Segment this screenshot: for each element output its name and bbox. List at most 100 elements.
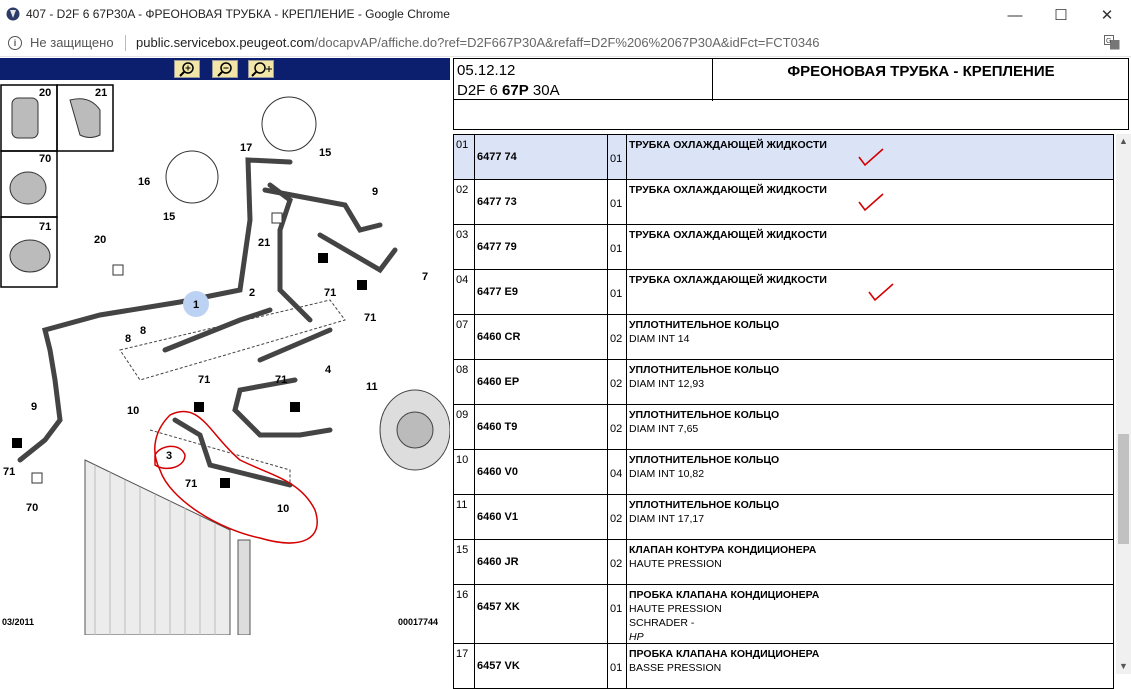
zoom-fit-icon [251,62,272,77]
table-row[interactable]: 02 6477 73 01 ТРУБКА ОХЛАЖДАЮЩЕЙ ЖИДКОСТИ [453,179,1114,225]
description-detail: HAUTE PRESSION [629,558,722,570]
part-description: ТРУБКА ОХЛАЖДАЮЩЕЙ ЖИДКОСТИ [626,179,1114,225]
url-path: /docapvAP/affiche.do?ref=D2F667P30A&refa… [314,35,820,50]
security-status[interactable]: Не защищено [30,35,114,50]
scroll-up-icon[interactable]: ▲ [1116,134,1131,149]
maximize-button[interactable]: ☐ [1038,0,1084,30]
part-reference[interactable]: 6477 73 [474,179,608,225]
callout-71b: 71 [324,287,336,299]
part-reference[interactable]: 6460 V1 [474,494,608,540]
zoom-out-button[interactable] [212,60,238,78]
part-reference[interactable]: 6477 74 [474,134,608,180]
svg-text:G: G [1106,38,1111,45]
dashed-guides [119,299,346,485]
table-row[interactable]: 15 6460 JR 02 КЛАПАН КОНТУРА КОНДИЦИОНЕРА HA… [453,539,1114,585]
callout-20: 20 [39,87,51,99]
part-reference[interactable]: 6460 V0 [474,449,608,495]
row-index: 17 [453,643,475,689]
table-row[interactable]: 04 6477 E9 01 ТРУБКА ОХЛАЖДАЮЩЕЙ ЖИДКОСТИ [453,269,1114,315]
part-description: ТРУБКА ОХЛАЖДАЮЩЕЙ ЖИДКОСТИ [626,134,1114,180]
parts-table: 01 6477 74 01 ТРУБКА ОХЛАЖДАЮЩЕЙ ЖИДКОСТИ 02… [453,134,1114,689]
row-index: 08 [453,359,475,405]
part-reference[interactable]: 6477 E9 [474,269,608,315]
address-bar[interactable]: i Не защищено public.servicebox.peugeot.… [0,30,1131,57]
scroll-thumb[interactable] [1118,434,1129,544]
zoom-fit-button[interactable] [248,60,274,78]
part-description: УПЛОТНИТЕЛЬНОЕ КОЛЬЦО DIAM INT 12,93 [626,359,1114,405]
detail-callout [261,96,317,152]
description-title: УПЛОТНИТЕЛЬНОЕ КОЛЬЦО [629,499,780,511]
table-row[interactable]: 01 6477 74 01 ТРУБКА ОХЛАЖДАЮЩЕЙ ЖИДКОСТИ [453,134,1114,180]
callout-3: 3 [166,450,172,462]
ref-prefix: D2F 6 [457,82,503,99]
part-quantity: 02 [607,314,627,360]
translate-icon[interactable]: G [1104,35,1120,50]
part-reference[interactable]: 6460 EP [474,359,608,405]
part-reference[interactable]: 6457 VK [474,643,608,689]
description-title: УПЛОТНИТЕЛЬНОЕ КОЛЬЦО [629,454,780,466]
zoom-in-button[interactable] [174,60,200,78]
blank-header-row [453,100,1129,130]
description-detail: BASSE PRESSION [629,662,722,674]
callout-70b: 70 [26,502,38,514]
callout-70: 70 [39,153,51,165]
scroll-down-icon[interactable]: ▼ [1116,659,1131,674]
callout-1: 1 [193,299,199,311]
detail-callout [165,150,219,204]
table-row[interactable]: 11 6460 V1 02 УПЛОТНИТЕЛЬНОЕ КОЛЬЦО DIAM INT… [453,494,1114,540]
header-date: 05.12.12 [457,62,516,79]
address-separator [125,35,126,51]
scrollbar[interactable]: ▲ ▼ [1116,134,1131,674]
callout-9: 9 [372,186,378,198]
table-row[interactable]: 16 6457 XK 01 ПРОБКА КЛАПАНА КОНДИЦИОНЕРА HA… [453,584,1114,644]
page-title: ФРЕОНОВАЯ ТРУБКА - КРЕПЛЕНИЕ [787,63,1055,80]
part-reference[interactable]: 6460 JR [474,539,608,585]
ref-suffix: 30A [528,82,560,99]
peugeot-logo-icon [6,7,20,21]
part-description: УПЛОТНИТЕЛЬНОЕ КОЛЬЦО DIAM INT 17,17 [626,494,1114,540]
table-row[interactable]: 03 6477 79 01 ТРУБКА ОХЛАЖДАЮЩЕЙ ЖИДКОСТИ [453,224,1114,270]
description-title: УПЛОТНИТЕЛЬНОЕ КОЛЬЦО [629,319,780,331]
marker-squares [12,253,367,488]
callout-71g: 71 [3,466,15,478]
table-row[interactable]: 09 6460 T9 02 УПЛОТНИТЕЛЬНОЕ КОЛЬЦО DIAM INT… [453,404,1114,450]
part-reference[interactable]: 6477 79 [474,224,608,270]
window-title: 407 - D2F 6 67P30A - ФРЕОНОВАЯ ТРУБКА - … [26,7,450,21]
row-index: 03 [453,224,475,270]
pipes [17,157,398,488]
table-row[interactable]: 17 6457 VK 01 ПРОБКА КЛАПАНА КОНДИЦИОНЕРА BA… [453,643,1114,689]
row-index: 10 [453,449,475,495]
part-quantity: 02 [607,404,627,450]
url-text[interactable]: public.servicebox.peugeot.com/docapvAP/a… [136,35,820,50]
red-check-mark-icon [858,148,884,167]
callout-9b: 9 [31,401,37,413]
minimize-button[interactable]: — [992,0,1038,30]
description-title: ПРОБКА КЛАПАНА КОНДИЦИОНЕРА [629,589,820,601]
description-detail: DIAM INT 14 [629,333,690,345]
info-icon[interactable]: i [8,36,22,50]
part-description: ПРОБКА КЛАПАНА КОНДИЦИОНЕРА HAUTE PRESSIO… [626,584,1114,644]
description-detail-3: HP [629,631,644,643]
part-description: КЛАПАН КОНТУРА КОНДИЦИОНЕРА HAUTE PRESSIO… [626,539,1114,585]
part-reference[interactable]: 6457 XK [474,584,608,644]
table-row[interactable]: 10 6460 V0 04 УПЛОТНИТЕЛЬНОЕ КОЛЬЦО DIAM INT… [453,449,1114,495]
part-quantity: 01 [607,584,627,644]
callout-2: 2 [249,287,255,299]
part-reference[interactable]: 6460 CR [474,314,608,360]
zoom-in-icon [179,62,194,77]
part-quantity: 01 [607,134,627,180]
header-box: 05.12.12 D2F 6 67P 30A ФРЕОНОВАЯ ТРУБКА … [453,58,1129,101]
table-row[interactable]: 08 6460 EP 02 УПЛОТНИТЕЛЬНОЕ КОЛЬЦО DIAM INT… [453,359,1114,405]
callout-21b: 21 [258,237,270,249]
part-reference[interactable]: 6460 T9 [474,404,608,450]
part-quantity: 01 [607,643,627,689]
row-index: 07 [453,314,475,360]
callout-21: 21 [95,87,107,99]
callout-71: 71 [39,221,51,233]
close-button[interactable]: ✕ [1084,0,1130,30]
callout-71d: 71 [198,374,210,386]
parts-diagram: 20 21 70 71 17 15 16 15 9 7 20 21 2 1 71… [0,84,450,635]
callout-15: 15 [319,147,331,159]
table-row[interactable]: 07 6460 CR 02 УПЛОТНИТЕЛЬНОЕ КОЛЬЦО DIAM INT… [453,314,1114,360]
red-check-mark-icon [868,283,894,302]
